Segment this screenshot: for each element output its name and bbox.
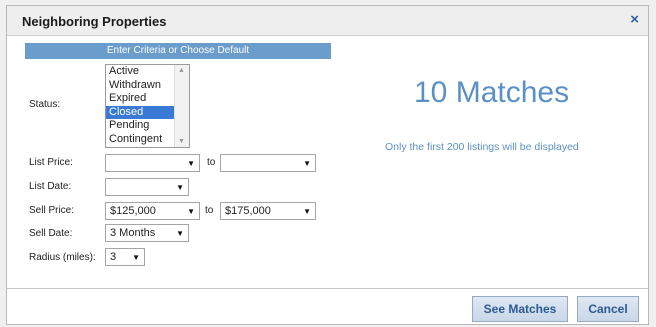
sell-price-from-select[interactable]: $125,000 ▼	[105, 202, 200, 220]
status-option-expired[interactable]: Expired	[106, 92, 175, 106]
matches-count: 10 Matches	[414, 76, 570, 109]
status-option-contingent[interactable]: Contingent	[106, 133, 175, 147]
see-matches-button[interactable]: See Matches	[472, 296, 568, 322]
sell-price-to-select[interactable]: $175,000 ▼	[220, 202, 316, 220]
sell-price-label: Sell Price:	[29, 205, 75, 216]
cancel-button[interactable]: Cancel	[577, 296, 639, 322]
list-price-label: List Price:	[29, 157, 73, 168]
chevron-down-icon: ▼	[132, 253, 140, 262]
list-price-to-label: to	[207, 157, 216, 168]
radius-label: Radius (miles):	[29, 252, 96, 263]
dialog-titlebar: Neighboring Properties ×	[7, 6, 648, 36]
status-option-withdrawn[interactable]: Withdrawn	[106, 79, 175, 93]
list-price-from-select[interactable]: ▼	[105, 154, 200, 172]
status-listbox-scrollbar[interactable]: ▲ ▼	[174, 65, 189, 147]
criteria-header: Enter Criteria or Choose Default	[25, 43, 331, 59]
sell-price-to-label: to	[205, 205, 214, 216]
sell-date-select[interactable]: 3 Months ▼	[105, 224, 189, 242]
sell-price-from-value: $125,000	[110, 205, 156, 217]
close-icon[interactable]: ×	[630, 12, 639, 28]
footer-divider	[7, 288, 648, 289]
chevron-down-icon: ▼	[176, 229, 184, 238]
neighboring-properties-dialog: Neighboring Properties × Enter Criteria …	[6, 5, 649, 325]
status-option-pending[interactable]: Pending	[106, 119, 175, 133]
dialog-title: Neighboring Properties	[22, 14, 167, 29]
sell-date-value: 3 Months	[110, 227, 156, 239]
status-option-closed[interactable]: Closed	[106, 105, 175, 119]
scroll-up-icon[interactable]: ▲	[178, 67, 185, 74]
sell-date-label: Sell Date:	[29, 228, 73, 239]
status-option-active[interactable]: Active	[106, 65, 175, 79]
chevron-down-icon: ▼	[303, 207, 311, 216]
sell-price-to-value: $175,000	[225, 205, 271, 217]
chevron-down-icon: ▼	[187, 159, 195, 168]
list-price-to-select[interactable]: ▼	[220, 154, 316, 172]
chevron-down-icon: ▼	[187, 207, 195, 216]
list-date-label: List Date:	[29, 181, 72, 192]
chevron-down-icon: ▼	[303, 159, 311, 168]
status-label: Status:	[29, 99, 61, 110]
scroll-down-icon[interactable]: ▼	[178, 138, 185, 145]
list-date-select[interactable]: ▼	[105, 178, 189, 196]
radius-select[interactable]: 3 ▼	[105, 248, 145, 266]
chevron-down-icon: ▼	[176, 183, 184, 192]
status-listbox[interactable]: Active Withdrawn Expired Closed Pending …	[105, 64, 190, 148]
radius-value: 3	[110, 251, 117, 263]
listing-limit-note: Only the first 200 listings will be disp…	[385, 141, 579, 153]
